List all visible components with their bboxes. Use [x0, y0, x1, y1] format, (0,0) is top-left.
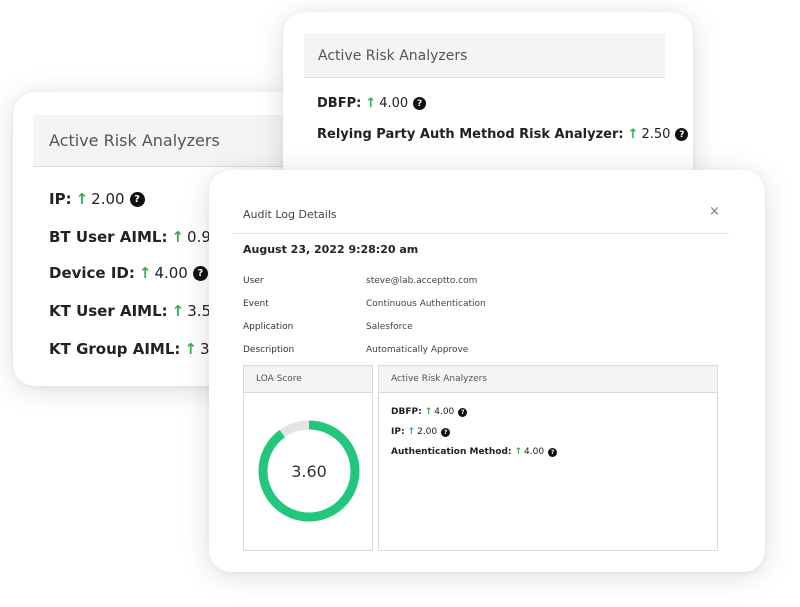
card-header: Active Risk Analyzers — [304, 34, 665, 78]
field-label-application: Application — [243, 322, 294, 332]
analyzer-label: KT User AIML: — [49, 302, 168, 320]
analyzer-value: 2.50 — [641, 127, 671, 142]
analyzer-label: IP: — [49, 190, 72, 208]
card-title: Active Risk Analyzers — [318, 47, 468, 64]
question-circle-icon[interactable]: ? — [192, 265, 208, 281]
arrow-up-icon: ↑ — [407, 427, 416, 437]
question-circle-icon[interactable]: ? — [675, 128, 689, 141]
analyzer-label: KT Group AIML: — [49, 340, 181, 358]
analyzer-value: 4.00 — [154, 264, 188, 282]
question-circle-icon[interactable]: ? — [458, 407, 468, 417]
analyzer-value: 4.00 — [379, 96, 409, 111]
card-title: Active Risk Analyzers — [49, 131, 220, 150]
analyzer-row-kt-user-aiml: KT User AIML: ↑ 3.52 — [49, 302, 221, 320]
arrow-up-icon: ↑ — [514, 447, 523, 457]
question-circle-icon[interactable]: ? — [413, 97, 427, 110]
analyzer-label: Device ID: — [49, 264, 135, 282]
arrow-up-icon: ↑ — [627, 127, 639, 142]
question-circle-icon[interactable]: ? — [129, 191, 145, 207]
field-value-application: Salesforce — [366, 322, 413, 332]
panel-header: LOA Score — [244, 366, 372, 393]
analyzer-row-kt-group-aiml: KT Group AIML: ↑ 3.9 — [49, 340, 224, 358]
analyzer-row-dbfp: DBFP: ↑ 4.00 ? — [391, 407, 468, 417]
analyzer-row-bt-user-aiml: BT User AIML: ↑ 0.92 — [49, 228, 220, 246]
field-value-user: steve@lab.acceptto.com — [366, 276, 478, 286]
analyzer-label: Authentication Method: — [391, 447, 512, 457]
question-circle-icon[interactable]: ? — [441, 427, 451, 437]
panel-title: LOA Score — [256, 374, 302, 384]
field-label-event: Event — [243, 299, 269, 309]
analyzer-value: 4.00 — [434, 407, 455, 417]
active-risk-analyzers-panel: Active Risk Analyzers DBFP: ↑ 4.00 ? IP:… — [378, 365, 718, 551]
arrow-up-icon: ↑ — [138, 264, 152, 282]
field-label-description: Description — [243, 345, 295, 355]
analyzer-row-device-id: Device ID: ↑ 4.00 ? — [49, 264, 208, 282]
analyzer-row-authentication-method: Authentication Method: ↑ 4.00 ? — [391, 447, 558, 457]
loa-score-value: 3.60 — [291, 461, 327, 481]
card-header: Active Risk Analyzers — [33, 115, 323, 167]
field-value-description: Automatically Approve — [366, 345, 469, 355]
arrow-up-icon: ↑ — [75, 190, 89, 208]
divider — [233, 233, 729, 234]
field-value-event: Continuous Authentication — [366, 299, 486, 309]
analyzer-label: BT User AIML: — [49, 228, 168, 246]
analyzer-row-dbfp: DBFP: ↑ 4.00 ? — [317, 96, 427, 111]
analyzer-value: 2.00 — [417, 427, 438, 437]
arrow-up-icon: ↑ — [171, 228, 185, 246]
close-icon[interactable]: × — [709, 204, 720, 219]
analyzer-label: Relying Party Auth Method Risk Analyzer: — [317, 127, 624, 142]
analyzer-label: DBFP: — [391, 407, 422, 417]
arrow-up-icon: ↑ — [171, 302, 185, 320]
panel-header: Active Risk Analyzers — [379, 366, 717, 393]
analyzer-row-relying-party: Relying Party Auth Method Risk Analyzer:… — [317, 127, 689, 142]
arrow-up-icon: ↑ — [365, 96, 377, 111]
panel-title: Active Risk Analyzers — [391, 374, 488, 384]
analyzer-value: 2.00 — [91, 190, 125, 208]
analyzer-value: 4.00 — [524, 447, 545, 457]
arrow-up-icon: ↑ — [184, 340, 197, 358]
field-label-user: User — [243, 276, 264, 286]
audit-timestamp: August 23, 2022 9:28:20 am — [243, 243, 419, 256]
modal-title: Audit Log Details — [243, 208, 337, 221]
analyzer-row-ip: IP: ↑ 2.00 ? — [49, 190, 145, 208]
audit-log-details-modal: Audit Log Details × August 23, 2022 9:28… — [209, 170, 765, 572]
loa-score-panel: LOA Score 3.60 — [243, 365, 373, 551]
arrow-up-icon: ↑ — [424, 407, 433, 417]
question-circle-icon[interactable]: ? — [548, 447, 558, 457]
analyzer-label: DBFP: — [317, 96, 362, 111]
analyzer-row-ip: IP: ↑ 2.00 ? — [391, 427, 451, 437]
analyzer-label: IP: — [391, 427, 405, 437]
